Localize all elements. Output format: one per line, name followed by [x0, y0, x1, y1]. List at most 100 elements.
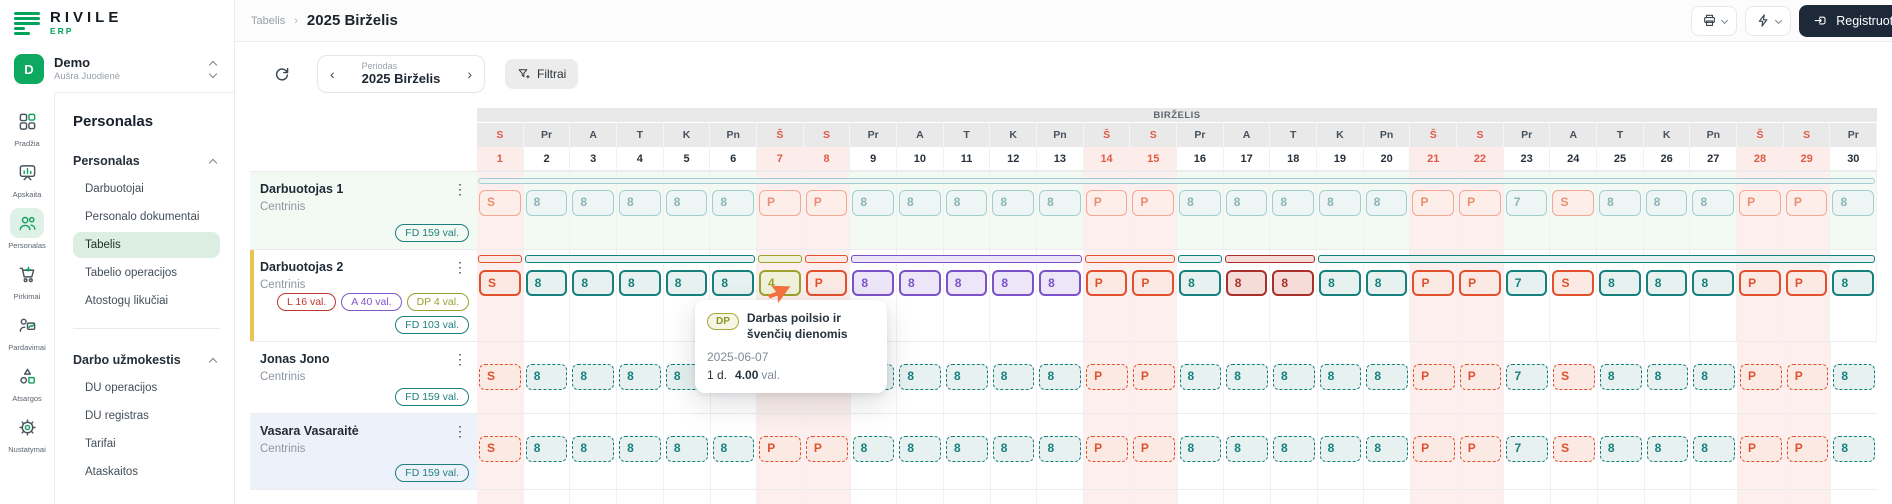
day-cell[interactable]: P	[1412, 270, 1454, 296]
day-cell[interactable]: 8	[1366, 436, 1408, 462]
sidebar-item-atostogų-likučiai[interactable]: Atostogų likučiai	[73, 288, 220, 314]
day-cell[interactable]: 8	[1319, 270, 1361, 296]
day-cell[interactable]: 7	[1506, 190, 1548, 216]
rail-item-pirkimai[interactable]: Pirkimai	[0, 259, 55, 301]
day-cell[interactable]: 7	[1506, 270, 1548, 296]
day-cell[interactable]: P	[1786, 270, 1828, 296]
day-cell[interactable]: 8	[526, 270, 568, 296]
day-cell[interactable]: P	[1787, 364, 1829, 390]
day-cell[interactable]: P	[759, 436, 801, 462]
employee-panel[interactable]: Darbuotojas 2Centrinis⋮L 16 val.A 40 val…	[250, 250, 477, 341]
day-cell[interactable]: 8	[1226, 436, 1268, 462]
filters-button[interactable]: Filtrai	[505, 59, 578, 89]
rail-item-pardavimai[interactable]: Pardavimai	[0, 310, 55, 352]
menu-group-1[interactable]: Darbo užmokestis	[73, 353, 220, 367]
sidebar-item-ataskaitos[interactable]: Ataskaitos	[73, 459, 220, 485]
day-cell[interactable]: 8	[666, 270, 708, 296]
day-cell[interactable]: 8	[712, 270, 754, 296]
day-cell[interactable]: P	[1133, 436, 1175, 462]
day-cell[interactable]: P	[1739, 190, 1781, 216]
day-cell[interactable]: 8	[526, 436, 568, 462]
day-cell[interactable]: 8	[992, 190, 1034, 216]
day-cell[interactable]: 8	[1226, 190, 1268, 216]
day-cell[interactable]: 8	[1179, 270, 1221, 296]
day-cell[interactable]: S	[479, 436, 521, 462]
day-cell[interactable]: P	[1459, 190, 1501, 216]
day-cell[interactable]: P	[1413, 436, 1455, 462]
sidebar-item-tarifai[interactable]: Tarifai	[73, 431, 220, 457]
day-cell[interactable]: 8	[619, 364, 661, 390]
day-cell[interactable]: P	[1086, 190, 1128, 216]
day-cell[interactable]: 8	[1320, 436, 1362, 462]
day-cell[interactable]: 8	[1692, 270, 1734, 296]
day-cell[interactable]: P	[1739, 270, 1781, 296]
day-cell[interactable]: P	[1459, 270, 1501, 296]
day-cell[interactable]: 8	[1599, 270, 1641, 296]
day-cell[interactable]: 8	[1647, 436, 1689, 462]
day-cell[interactable]: 8	[572, 190, 614, 216]
day-cell[interactable]: 8	[852, 270, 894, 296]
day-cell[interactable]: 8	[572, 270, 614, 296]
day-cell[interactable]: 8	[1693, 436, 1735, 462]
day-cell[interactable]: 8	[1039, 436, 1081, 462]
day-cell[interactable]: 8	[1179, 190, 1221, 216]
day-cell[interactable]: 8	[1647, 364, 1689, 390]
day-cell[interactable]: 8	[526, 190, 568, 216]
day-cell[interactable]: S	[1552, 190, 1594, 216]
refresh-button[interactable]	[269, 61, 295, 87]
day-cell[interactable]: P	[806, 436, 848, 462]
day-cell[interactable]: P	[1413, 364, 1455, 390]
print-dropdown-button[interactable]	[1691, 6, 1737, 36]
user-switcher[interactable]: D Demo Aušra Juodienė	[0, 46, 234, 92]
day-cell[interactable]: P	[1740, 364, 1782, 390]
day-cell[interactable]: 8	[899, 190, 941, 216]
sidebar-item-darbuotojai[interactable]: Darbuotojai	[73, 176, 220, 202]
day-cell[interactable]: 8	[1693, 364, 1735, 390]
day-cell[interactable]: P	[759, 190, 801, 216]
rail-item-atsargos[interactable]: Atsargos	[0, 361, 55, 403]
kebab-menu-icon[interactable]: ⋮	[449, 179, 471, 200]
day-cell[interactable]: 8	[1226, 364, 1268, 390]
day-cell[interactable]: 8	[1272, 190, 1314, 216]
previous-period-button[interactable]: ‹	[330, 67, 335, 81]
day-cell[interactable]: P	[1133, 364, 1175, 390]
chevron-updown-icon[interactable]	[210, 62, 220, 77]
day-cell[interactable]: 8	[946, 436, 988, 462]
day-cell[interactable]: 8	[1599, 190, 1641, 216]
day-cell[interactable]: P	[1787, 436, 1829, 462]
day-cell[interactable]: P	[1086, 270, 1128, 296]
day-cell[interactable]: 8	[899, 436, 941, 462]
kebab-menu-icon[interactable]: ⋮	[449, 257, 471, 278]
day-cell[interactable]: 8	[1039, 364, 1081, 390]
day-cell[interactable]: 8	[992, 270, 1034, 296]
day-cell[interactable]: 8	[1039, 270, 1081, 296]
day-cell[interactable]: 8	[899, 364, 941, 390]
day-cell[interactable]: 8	[946, 190, 988, 216]
sidebar-item-personalo-dokumentai[interactable]: Personalo dokumentai	[73, 204, 220, 230]
day-cell[interactable]: 8	[1272, 270, 1314, 296]
day-cell[interactable]: P	[1412, 190, 1454, 216]
day-cell[interactable]: 8	[1226, 270, 1268, 296]
day-cell[interactable]: 8	[666, 436, 708, 462]
period-value[interactable]: 2025 Birželis	[362, 72, 441, 87]
day-cell[interactable]: 7	[1506, 364, 1548, 390]
employee-panel[interactable]: Jonas JonoCentrinis⋮FD 159 val.	[250, 342, 477, 413]
day-cell[interactable]: P	[1460, 436, 1502, 462]
day-cell[interactable]: 8	[1646, 190, 1688, 216]
employee-panel[interactable]: Darbuotojas 1Centrinis⋮FD 159 val.	[250, 172, 477, 249]
day-cell[interactable]: P	[1132, 270, 1174, 296]
day-cell[interactable]: P	[1740, 436, 1782, 462]
day-cell[interactable]: 8	[619, 436, 661, 462]
day-cell[interactable]: S	[1552, 270, 1594, 296]
day-cell[interactable]: 8	[619, 190, 661, 216]
day-cell[interactable]: 8	[1692, 190, 1734, 216]
day-cell[interactable]: 8	[1319, 190, 1361, 216]
day-cell[interactable]: 8	[1273, 364, 1315, 390]
day-cell[interactable]: 8	[1320, 364, 1362, 390]
day-cell[interactable]: 8	[619, 270, 661, 296]
day-cell[interactable]: P	[1086, 436, 1128, 462]
day-cell[interactable]: 8	[1600, 436, 1642, 462]
day-cell[interactable]: P	[1460, 364, 1502, 390]
breadcrumb-root[interactable]: Tabelis	[251, 15, 285, 27]
day-cell[interactable]: S	[1553, 364, 1595, 390]
